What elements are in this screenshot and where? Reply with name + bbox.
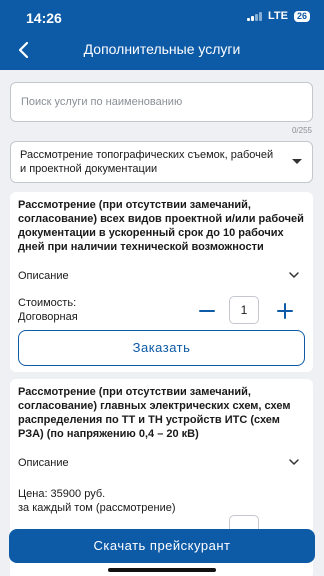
service-card: Рассмотрение (при отсутствии замечаний, … [10,192,313,372]
description-label: Описание [18,457,69,469]
status-time: 14:26 [26,10,62,26]
chevron-down-icon [289,272,299,279]
order-button[interactable]: Заказать [18,330,305,366]
minus-icon[interactable] [198,302,216,320]
battery-icon: 26 [293,10,310,22]
description-toggle[interactable]: Описание [18,270,301,282]
download-pricelist-button[interactable]: Скачать прейскурант [9,529,315,563]
service-title: Рассмотрение (при отсутствии замечаний, … [18,386,291,440]
search-char-counter: 0/255 [291,126,312,135]
price-line-1: Цена: 35900 руб. [18,488,106,500]
service-title: Рассмотрение (при отсутствии замечаний, … [18,199,304,253]
search-input[interactable]: Поиск услуги по наименованию [10,82,313,122]
price-block: Стоимость: Договорная [18,296,78,324]
status-indicators: LTE 26 [247,10,310,22]
description-label: Описание [18,270,69,282]
home-indicator [108,568,216,572]
chevron-down-icon [289,459,299,466]
price-line-2: Договорная [18,311,78,323]
price-line-1: Стоимость: [18,297,77,309]
category-select[interactable]: Рассмотрение топографических съемок, раб… [10,141,313,183]
plus-icon[interactable] [276,302,294,320]
signal-icon [247,11,263,21]
page-title: Дополнительные услуги [83,41,241,57]
price-line-2: за каждый том (рассмотрение) [18,502,176,514]
quantity-field[interactable]: 1 [229,296,259,324]
top-app-bar: 14:26 LTE 26 Дополнительные услуги [0,0,324,70]
price-block: Цена: 35900 руб. за каждый том (рассмотр… [18,487,176,515]
category-select-value: Рассмотрение топографических съемок, раб… [20,149,274,175]
description-toggle[interactable]: Описание [18,457,301,469]
network-label: LTE [268,10,288,22]
caret-down-icon [292,159,302,164]
